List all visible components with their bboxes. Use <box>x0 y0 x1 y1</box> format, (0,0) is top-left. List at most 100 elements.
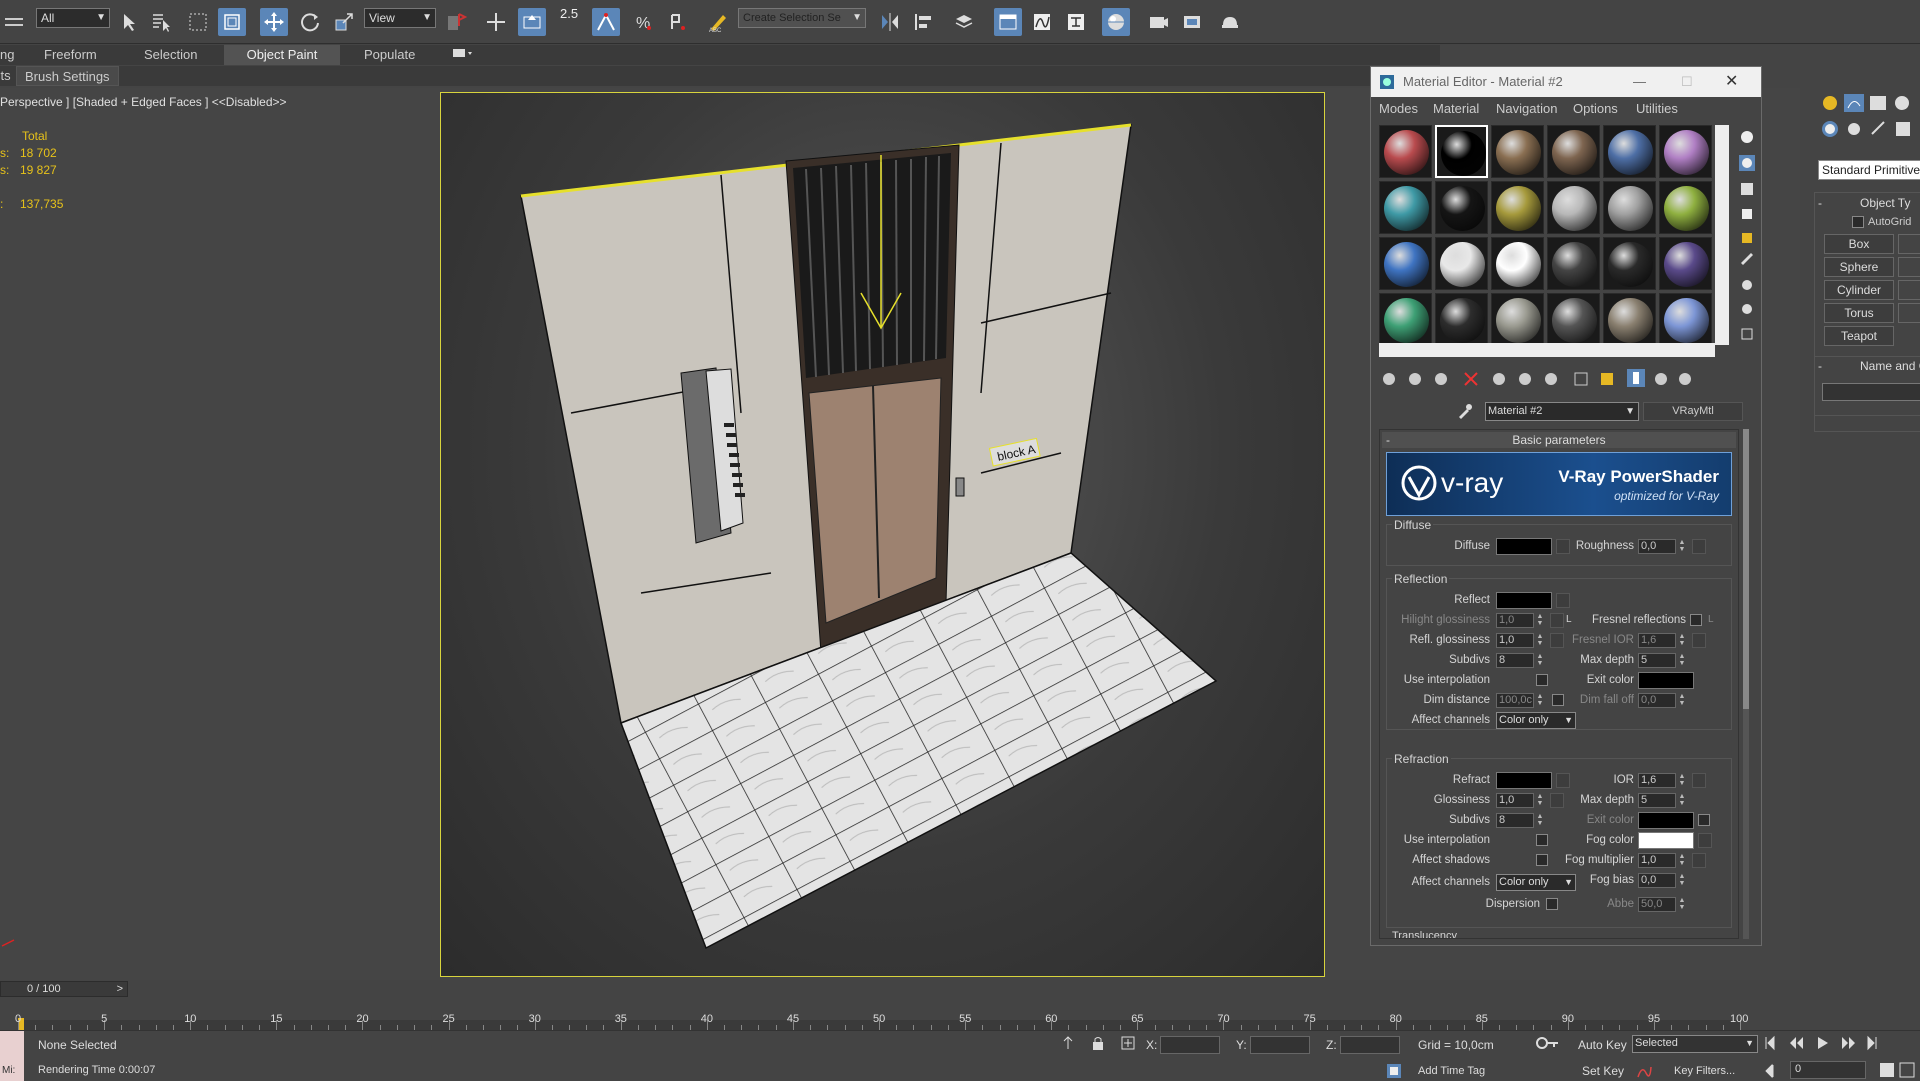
refract-color-swatch[interactable] <box>1496 772 1552 789</box>
menu-options[interactable]: Options <box>1573 101 1618 116</box>
material-sample-slot[interactable] <box>1435 237 1488 290</box>
angle-snap-icon[interactable] <box>592 8 620 36</box>
key-filters-button[interactable]: Key Filters... <box>1674 1065 1735 1077</box>
material-sample-slot[interactable] <box>1491 181 1544 234</box>
material-sample-slot[interactable] <box>1491 237 1544 290</box>
refr-glossiness-spinner[interactable]: ▲ ▼ <box>1535 793 1545 808</box>
named-selection-set-dropdown[interactable]: Create Selection Se ▼ <box>738 8 866 28</box>
percent-snap-icon[interactable]: % <box>630 8 658 36</box>
key-mode-toggle-icon[interactable] <box>1764 1063 1784 1079</box>
ribbon-tab-freeform[interactable]: Freeform <box>36 45 105 65</box>
material-sample-slot[interactable] <box>1659 293 1712 346</box>
select-manipulate-icon[interactable] <box>482 8 510 36</box>
perspective-viewport[interactable]: block A <box>440 92 1325 977</box>
refr-glossiness-input[interactable]: 1,0 <box>1496 793 1534 808</box>
edit-named-selection-icon[interactable]: ABC <box>704 8 732 36</box>
time-tag-icon[interactable] <box>1386 1063 1402 1079</box>
refr-exit-color-swatch[interactable] <box>1638 812 1694 829</box>
key-mode-dropdown[interactable]: Selected ▼ <box>1632 1035 1758 1053</box>
dim-distance-spinner[interactable]: ▲ ▼ <box>1535 693 1545 708</box>
select-and-move-icon[interactable] <box>260 8 288 36</box>
material-type-button[interactable]: VRayMtl <box>1643 402 1743 421</box>
material-sample-slot[interactable] <box>1659 181 1712 234</box>
ribbon-tab-populate[interactable]: Populate <box>356 45 423 65</box>
ribbon-subtab-brush-settings[interactable]: Brush Settings <box>16 66 119 86</box>
minimize-button[interactable]: — <box>1633 67 1646 97</box>
fresnel-reflections-checkbox[interactable] <box>1690 614 1702 626</box>
dispersion-checkbox[interactable] <box>1546 898 1558 910</box>
snaps-toggle-label[interactable]: 2.5 <box>560 6 578 21</box>
ribbon-tab-object-paint[interactable]: Object Paint <box>224 45 340 65</box>
material-sample-slot[interactable] <box>1603 181 1656 234</box>
teapot-button[interactable]: Teapot <box>1824 326 1894 346</box>
material-sample-slot[interactable] <box>1603 293 1656 346</box>
close-button[interactable]: ✕ <box>1725 67 1738 97</box>
cylinder-button[interactable]: Cylinder <box>1824 280 1894 300</box>
rollout-scrollbar[interactable] <box>1743 429 1749 939</box>
refl-use-interpolation-checkbox[interactable] <box>1536 674 1548 686</box>
auto-key-button[interactable]: Auto Key <box>1578 1038 1627 1052</box>
hilight-lock-button[interactable]: L <box>1566 614 1572 625</box>
fog-color-swatch[interactable] <box>1638 832 1694 849</box>
fresnel-ior-spinner[interactable]: ▲ ▼ <box>1677 633 1687 648</box>
ribbon-tab-selection[interactable]: Selection <box>136 45 205 65</box>
ribbon-options-icon[interactable] <box>444 45 482 65</box>
reflect-map-button[interactable] <box>1556 593 1570 608</box>
rectangular-selection-icon[interactable] <box>184 8 212 36</box>
slots-vertical-scrollbar[interactable] <box>1715 125 1729 345</box>
eyedropper-icon[interactable] <box>1457 403 1473 419</box>
second-column-buttons[interactable] <box>1898 234 1920 344</box>
refr-max-depth-input[interactable]: 5 <box>1638 793 1676 808</box>
render-production-icon[interactable] <box>1216 8 1244 36</box>
material-sample-slot[interactable] <box>1547 181 1600 234</box>
y-coordinate-field[interactable] <box>1250 1036 1310 1054</box>
refl-affect-channels-dropdown[interactable]: Color only ▼ <box>1496 712 1576 729</box>
reference-coord-dropdown[interactable]: View ▼ <box>364 8 436 28</box>
viewport-label[interactable]: Perspective ] [Shaded + Edged Faces ] <<… <box>0 95 287 109</box>
spinner-snap-icon[interactable] <box>664 8 692 36</box>
slots-horizontal-scrollbar[interactable] <box>1379 343 1715 357</box>
window-crossing-icon[interactable] <box>218 8 246 36</box>
dim-falloff-input[interactable]: 0,0 <box>1638 693 1676 708</box>
object-name-field[interactable] <box>1822 383 1920 401</box>
object-category-dropdown[interactable]: Standard Primitives <box>1818 160 1920 180</box>
create-category-icons[interactable] <box>1818 118 1920 140</box>
menu-utilities[interactable]: Utilities <box>1636 101 1678 116</box>
dim-distance-input[interactable]: 100,0c <box>1496 693 1534 708</box>
dim-falloff-spinner[interactable]: ▲ ▼ <box>1677 693 1687 708</box>
material-sample-slot[interactable] <box>1435 293 1488 346</box>
sphere-button[interactable]: Sphere <box>1824 257 1894 277</box>
z-coordinate-field[interactable] <box>1340 1036 1400 1054</box>
material-editor-titlebar[interactable]: Material Editor - Material #2 — ☐ ✕ <box>1371 67 1761 97</box>
key-filter-curve-icon[interactable] <box>1636 1063 1652 1079</box>
material-editor-icon[interactable] <box>1102 8 1130 36</box>
add-time-tag[interactable]: Add Time Tag <box>1418 1065 1485 1077</box>
refr-exit-color-checkbox[interactable] <box>1698 814 1710 826</box>
menu-navigation[interactable]: Navigation <box>1496 101 1557 116</box>
selection-filter-dropdown[interactable]: All ▼ <box>36 8 110 28</box>
material-sample-slot[interactable] <box>1547 125 1600 178</box>
object-type-title[interactable]: Object Ty <box>1860 196 1910 210</box>
refl-max-depth-input[interactable]: 5 <box>1638 653 1676 668</box>
select-by-name-icon[interactable] <box>148 8 176 36</box>
material-sample-slot[interactable] <box>1379 181 1432 234</box>
menu-modes[interactable]: Modes <box>1379 101 1418 116</box>
select-and-scale-icon[interactable] <box>330 8 358 36</box>
timeline-track[interactable]: 0 5 10 15 20 25 30 35 40 45 50 55 60 65 70 75 80 85 90 95 10… <box>15 1000 1748 1032</box>
refl-max-depth-spinner[interactable]: ▲ ▼ <box>1677 653 1687 668</box>
material-sample-slot[interactable] <box>1659 237 1712 290</box>
select-and-rotate-icon[interactable] <box>296 8 324 36</box>
ribbon-tab-modeling[interactable]: ng <box>0 45 22 65</box>
fresnel-lock-button[interactable]: L <box>1708 614 1714 625</box>
refl-subdivs-spinner[interactable]: ▲ ▼ <box>1535 653 1545 668</box>
material-sample-slot[interactable] <box>1603 237 1656 290</box>
fog-multiplier-input[interactable]: 1,0 <box>1638 853 1676 868</box>
set-key-button[interactable]: Set Key <box>1582 1064 1624 1078</box>
schematic-view-icon[interactable] <box>1062 8 1090 36</box>
diffuse-color-swatch[interactable] <box>1496 538 1552 555</box>
pivot-icon[interactable] <box>442 8 470 36</box>
current-frame-field[interactable]: 0 <box>1790 1061 1866 1079</box>
abbe-spinner[interactable]: ▲ ▼ <box>1677 897 1687 912</box>
playback-controls[interactable] <box>1764 1035 1884 1051</box>
fog-color-map-button[interactable] <box>1698 833 1712 848</box>
